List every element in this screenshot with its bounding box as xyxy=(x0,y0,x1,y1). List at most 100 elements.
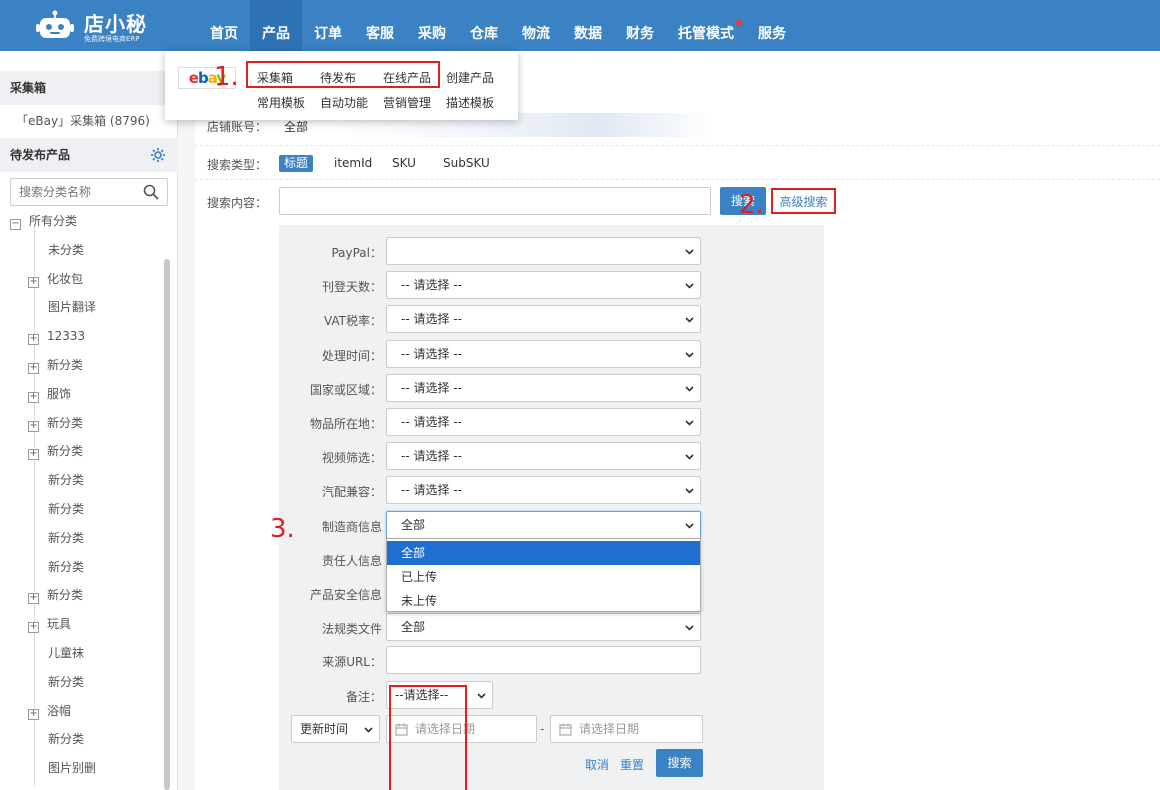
expand-icon[interactable]: + xyxy=(28,420,39,432)
field-select[interactable]: -- 请选择 -- xyxy=(386,305,701,333)
tree-item[interactable]: 新分类 xyxy=(28,729,84,749)
field-select-value: 全部 xyxy=(401,620,426,634)
menu-automation[interactable]: 自动功能 xyxy=(320,94,368,111)
tree-item-label: 新分类 xyxy=(48,473,85,488)
logo[interactable]: 店小秘 免费跨境电商ERP xyxy=(36,6,166,46)
reset-button[interactable]: 重置 xyxy=(620,756,644,773)
nav-finance[interactable]: 财务 xyxy=(614,0,666,51)
field-select[interactable]: -- 请选择 -- xyxy=(386,374,701,402)
tree-item[interactable]: 图片翻译 xyxy=(28,297,96,317)
tree-item-label: 新分类 xyxy=(48,674,85,689)
nav-product[interactable]: 产品 xyxy=(250,0,302,51)
tree-item[interactable]: 新分类 xyxy=(28,499,84,519)
menu-create-product[interactable]: 创建产品 xyxy=(446,69,494,86)
chevron-down-icon xyxy=(685,488,694,494)
field-select-value: -- 请选择 -- xyxy=(401,449,462,463)
tree-item[interactable]: + 新分类 xyxy=(28,441,83,461)
advanced-search-link[interactable]: 高级搜索 xyxy=(771,188,836,214)
search-type-sku[interactable]: SKU xyxy=(392,156,416,170)
menu-templates[interactable]: 常用模板 xyxy=(257,94,305,111)
note-label: 备注： xyxy=(345,690,382,704)
gear-icon[interactable] xyxy=(150,147,166,163)
advanced-search-button[interactable]: 搜索 xyxy=(656,749,703,777)
annotation-2: 2. xyxy=(739,190,764,220)
field-select[interactable]: -- 请选择 -- xyxy=(386,442,701,470)
nav-warehouse[interactable]: 仓库 xyxy=(458,0,510,51)
tree-item[interactable]: 新分类 xyxy=(28,557,84,577)
dropdown-option-all[interactable]: 全部 xyxy=(387,541,700,565)
search-type-title[interactable]: 标题 xyxy=(279,155,314,172)
expand-icon[interactable]: + xyxy=(28,363,39,374)
nav-data[interactable]: 数据 xyxy=(562,0,614,51)
tree-item[interactable]: + 服饰 xyxy=(28,384,71,404)
nav-orders[interactable]: 订单 xyxy=(302,0,354,51)
tree-item[interactable]: + 新分类 xyxy=(28,355,83,375)
search-icon[interactable] xyxy=(143,184,159,200)
chevron-down-icon xyxy=(685,317,694,323)
tree-item[interactable]: + 新分类 xyxy=(28,413,83,433)
calendar-icon xyxy=(559,723,572,736)
tree-item[interactable]: 儿童袜 xyxy=(28,643,84,663)
tree-item[interactable]: + 玩具 xyxy=(28,614,71,634)
brand-name: 店小秘 xyxy=(84,12,147,36)
tree-item[interactable]: + 新分类 xyxy=(28,585,83,605)
field-select-value: -- 请选择 -- xyxy=(401,312,462,326)
expand-icon[interactable]: + xyxy=(28,449,39,461)
field-select[interactable] xyxy=(386,237,701,265)
field-label: 物品所在地： xyxy=(309,417,382,431)
dropdown-option-uploaded[interactable]: 已上传 xyxy=(387,565,700,589)
field-select-value: -- 请选择 -- xyxy=(401,483,462,497)
tree-item[interactable]: 新分类 xyxy=(28,528,84,548)
search-type-subsku[interactable]: SubSKU xyxy=(443,156,490,170)
advanced-search-panel: PayPal： 刊登天数： -- 请选择 -- VAT税率： -- 请选择 -- 处理时间… xyxy=(279,225,824,790)
nav-home[interactable]: 首页 xyxy=(198,0,250,51)
nav-service[interactable]: 服务 xyxy=(746,0,798,51)
menu-marketing[interactable]: 营销管理 xyxy=(383,94,431,111)
tree-item[interactable]: 新分类 xyxy=(28,672,84,692)
source-url-input[interactable] xyxy=(386,646,701,674)
field-select[interactable]: -- 请选择 -- xyxy=(386,340,701,368)
dropdown-option-not-uploaded[interactable]: 未上传 xyxy=(387,589,700,613)
field-select[interactable]: -- 请选择 -- xyxy=(386,408,701,436)
tree-item[interactable]: 新分类 xyxy=(28,470,84,490)
tree-item[interactable]: +12333 xyxy=(28,326,85,346)
expand-icon[interactable]: + xyxy=(28,334,39,346)
tree-item-label: 化妆包 xyxy=(47,271,84,286)
tree-item[interactable]: + 浴帽 xyxy=(28,701,71,721)
ebay-collection-box[interactable]: 「eBay」采集箱 (8796) xyxy=(16,112,150,129)
expand-icon[interactable]: + xyxy=(28,708,39,720)
field-select[interactable]: -- 请选择 -- xyxy=(386,271,701,299)
content-label: 搜索内容： xyxy=(207,196,268,210)
tree-item[interactable]: 未分类 xyxy=(28,240,84,260)
search-content-input[interactable] xyxy=(279,187,711,215)
nav-purchase[interactable]: 采购 xyxy=(406,0,458,51)
expand-icon[interactable]: + xyxy=(28,391,39,403)
main-nav: 首页 产品 订单 客服 采购 仓库 物流 数据 财务 托管模式 服务 xyxy=(198,0,798,51)
time-type-select[interactable]: 更新时间 xyxy=(291,715,380,743)
end-date-placeholder: 请选择日期 xyxy=(579,722,640,736)
nav-logistics[interactable]: 物流 xyxy=(510,0,562,51)
search-type-itemid[interactable]: itemId xyxy=(334,156,372,170)
nav-hosting[interactable]: 托管模式 xyxy=(666,0,746,51)
chevron-down-icon xyxy=(364,727,373,733)
tree-item[interactable]: 图片别删 xyxy=(28,758,96,778)
cancel-button[interactable]: 取消 xyxy=(585,756,609,773)
category-search-input[interactable] xyxy=(19,184,139,200)
tree-item[interactable]: − 所有分类 xyxy=(10,211,77,231)
annotation-1: 1. xyxy=(214,62,239,92)
time-type-value: 更新时间 xyxy=(300,722,349,736)
expand-icon[interactable]: + xyxy=(28,593,39,605)
sidebar-scrollbar[interactable] xyxy=(164,259,170,790)
menu-description-templates[interactable]: 描述模板 xyxy=(446,94,494,111)
end-date-input[interactable]: 请选择日期 xyxy=(550,715,703,743)
tree-item[interactable]: + 化妆包 xyxy=(28,269,83,289)
nav-customer-service[interactable]: 客服 xyxy=(354,0,406,51)
field-select[interactable]: -- 请选择 -- xyxy=(386,476,701,504)
expand-icon[interactable]: + xyxy=(28,622,39,634)
field-select[interactable]: 全部 xyxy=(386,511,701,539)
field-label: 处理时间： xyxy=(321,349,382,363)
field-select[interactable]: 全部 xyxy=(386,613,701,641)
store-value[interactable]: 全部 xyxy=(284,118,308,135)
expand-icon[interactable]: + xyxy=(28,276,39,288)
collapse-icon[interactable]: − xyxy=(10,219,21,230)
